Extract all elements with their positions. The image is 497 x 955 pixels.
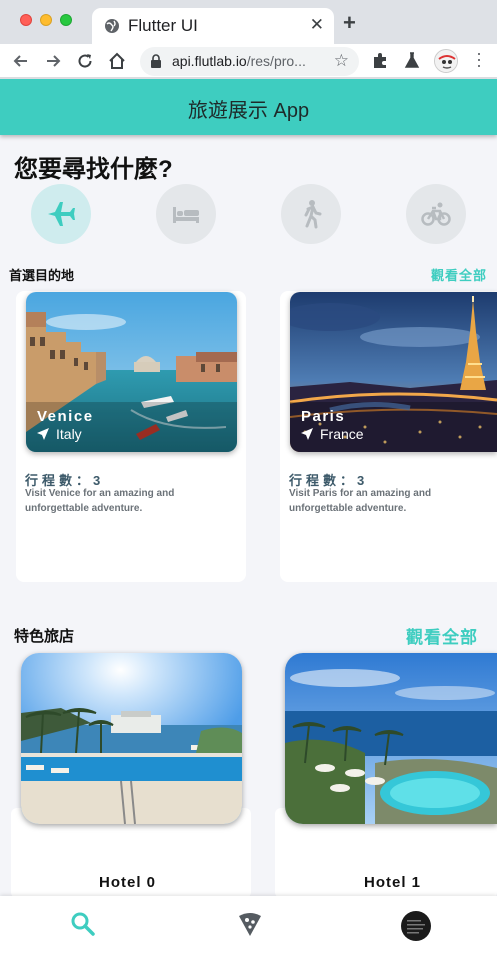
reload-icon[interactable] bbox=[75, 51, 95, 71]
destinations-see-all-link[interactable]: 觀看全部 bbox=[431, 265, 487, 284]
destination-description: Visit Paris for an amazing and unforgett… bbox=[289, 488, 432, 514]
tab-strip: Flutter UI ✕ + bbox=[0, 0, 497, 44]
hotels-heading: 特色旅店 bbox=[14, 628, 75, 645]
search-icon bbox=[71, 912, 95, 936]
bookmark-star-icon[interactable]: ☆ bbox=[334, 51, 349, 71]
minimize-window-button[interactable] bbox=[40, 14, 52, 26]
lock-icon bbox=[151, 54, 161, 68]
close-tab-icon[interactable]: ✕ bbox=[310, 15, 324, 35]
url-text: api.flutlab.io/res/pro... bbox=[172, 53, 306, 69]
hotel-name: Hotel 0 bbox=[99, 874, 157, 891]
forward-icon[interactable] bbox=[43, 51, 63, 71]
destination-image-venice: Venice Italy bbox=[26, 292, 237, 452]
back-icon[interactable] bbox=[11, 51, 31, 71]
tab-title: Flutter UI bbox=[128, 16, 198, 35]
extensions-icon[interactable] bbox=[371, 51, 389, 69]
category-hotels[interactable] bbox=[156, 184, 216, 244]
destination-image-paris: Paris France bbox=[290, 292, 497, 452]
location-arrow-icon bbox=[37, 428, 49, 440]
bottom-navigation-bar bbox=[0, 896, 497, 955]
category-flights[interactable] bbox=[31, 184, 91, 244]
app-screen: 旅遊展示 App 您要尋找什麼? 首選目的地 觀看全部 Venice Italy… bbox=[0, 79, 497, 955]
close-window-button[interactable] bbox=[20, 14, 32, 26]
new-tab-button[interactable]: + bbox=[343, 10, 356, 36]
walking-icon bbox=[304, 200, 322, 229]
hotels-see-all-link[interactable]: 觀看全部 bbox=[406, 623, 478, 648]
hotel-image-0 bbox=[21, 653, 242, 824]
search-question-heading: 您要尋找什麼? bbox=[14, 156, 173, 183]
destination-description: Visit Venice for an amazing and unforget… bbox=[25, 488, 175, 514]
airplane-icon bbox=[48, 202, 75, 226]
pizza-icon bbox=[239, 913, 261, 936]
browser-window: Flutter UI ✕ + api.flutlab.io/res/pro...… bbox=[0, 0, 497, 955]
hotel-image-1 bbox=[285, 653, 497, 824]
destination-country: France bbox=[320, 426, 364, 442]
profile-avatar-button[interactable] bbox=[434, 49, 458, 73]
nav-food[interactable] bbox=[219, 896, 279, 955]
address-bar[interactable]: api.flutlab.io/res/pro... ☆ bbox=[140, 47, 359, 76]
hotel-name: Hotel 1 bbox=[364, 874, 422, 891]
home-icon[interactable] bbox=[107, 51, 127, 71]
location-arrow-icon bbox=[301, 428, 313, 440]
destination-city: Paris bbox=[301, 408, 346, 425]
app-title: 旅遊展示 App bbox=[187, 100, 310, 122]
bed-icon bbox=[173, 207, 199, 223]
destination-country: Italy bbox=[56, 426, 82, 442]
browser-toolbar: api.flutlab.io/res/pro... ☆ bbox=[0, 44, 497, 78]
browser-menu-icon[interactable]: · · · bbox=[476, 44, 482, 74]
nav-profile[interactable] bbox=[383, 896, 443, 955]
category-biking[interactable] bbox=[406, 184, 466, 244]
flask-icon[interactable] bbox=[403, 51, 421, 69]
profile-avatar bbox=[401, 911, 431, 941]
browser-tab[interactable]: Flutter UI ✕ bbox=[92, 8, 334, 44]
destination-city: Venice bbox=[37, 408, 94, 425]
destinations-heading: 首選目的地 bbox=[9, 268, 75, 283]
category-walking[interactable] bbox=[281, 184, 341, 244]
app-bar: 旅遊展示 App bbox=[0, 79, 497, 135]
bicycle-icon bbox=[421, 202, 451, 226]
maximize-window-button[interactable] bbox=[60, 14, 72, 26]
globe-icon bbox=[105, 19, 119, 33]
nav-search[interactable] bbox=[52, 896, 112, 955]
